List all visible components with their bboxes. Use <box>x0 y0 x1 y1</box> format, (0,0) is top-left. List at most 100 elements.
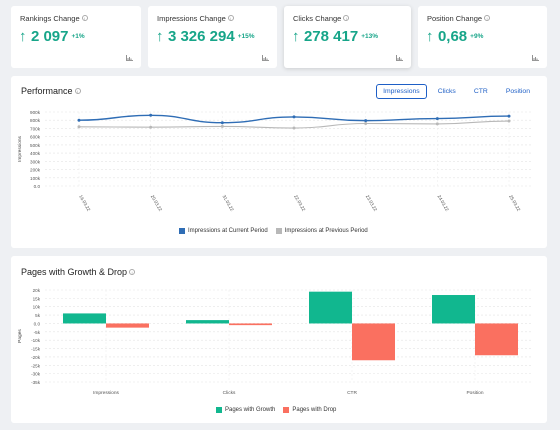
bar-growth <box>186 320 229 324</box>
data-point <box>220 124 224 128</box>
y-tick-label: 0.0 <box>34 184 41 189</box>
y-tick-label: -25k <box>31 363 41 368</box>
tab-clicks[interactable]: Clicks <box>431 84 463 99</box>
kpi-card-rankings: Rankings Change i ↑ 2 097 +1% <box>11 6 141 68</box>
tab-position[interactable]: Position <box>499 84 537 99</box>
data-point <box>507 114 511 118</box>
x-tick-label: 25.03.22 <box>508 194 521 212</box>
x-tick-label: 24.03.22 <box>436 194 449 212</box>
bar-growth <box>309 291 352 324</box>
data-point <box>507 119 511 123</box>
tab-impressions[interactable]: Impressions <box>376 84 427 99</box>
kpi-value-row: ↑ 3 326 294 +15% <box>156 28 255 46</box>
bar-drop <box>352 323 395 361</box>
x-tick-label: 22.03.22 <box>293 194 306 212</box>
y-tick-label: 300k <box>30 159 41 164</box>
kpi-title: Position Change i <box>427 14 491 23</box>
data-point <box>149 113 153 117</box>
legend-item-current[interactable]: Impressions at Current Period <box>179 228 268 234</box>
performance-line-chart: 900k 800k 700k 600k 500k 400k 300k 200k 100k 0.0 I… <box>17 110 533 212</box>
info-icon[interactable]: i <box>129 269 136 275</box>
legend-item-previous[interactable]: Impressions at Previous Period <box>275 228 368 234</box>
kpi-delta: +13% <box>361 33 378 40</box>
arrow-up-icon: ↑ <box>426 28 434 45</box>
kpi-title: Clicks Change i <box>293 14 350 23</box>
x-tick-label: 20.03.22 <box>150 194 163 212</box>
y-tick-label: -10k <box>31 338 41 343</box>
metric-tabs: Impressions Clicks CTR Position <box>376 84 537 99</box>
performance-panel: Performance i Impressions Clicks CTR Posi… <box>11 76 547 248</box>
kpi-delta: +9% <box>470 33 484 40</box>
y-tick-label: 500k <box>30 143 41 148</box>
panel-title: Pages with Growth & Drop i <box>21 267 136 277</box>
info-icon[interactable]: i <box>484 15 491 21</box>
data-point <box>77 118 81 122</box>
x-category-label: Impressions <box>93 390 119 396</box>
data-point <box>435 122 439 126</box>
kpi-value-row: ↑ 0,68 +9% <box>426 28 483 46</box>
kpi-card-clicks: Clicks Change i ↑ 278 417 +13% <box>284 6 411 68</box>
kpi-title: Rankings Change i <box>20 14 88 23</box>
kpi-value: 2 097 <box>30 28 69 45</box>
legend-swatch <box>216 407 222 413</box>
data-point <box>292 115 296 119</box>
kpi-title: Impressions Change i <box>157 14 234 23</box>
chart-icon[interactable] <box>532 55 539 61</box>
y-tick-label: -5k <box>34 330 41 335</box>
data-point <box>364 119 368 123</box>
legend-swatch <box>283 407 290 413</box>
growth-drop-bar-chart: 20k 15k 10k 5k 0.0 -5k -10k -15k -20k -25k -30k -35… <box>17 288 533 396</box>
x-tick-label: 31.03.22 <box>221 194 234 212</box>
arrow-up-icon: ↑ <box>19 28 27 45</box>
kpi-value-row: ↑ 278 417 +13% <box>292 28 378 46</box>
performance-legend: Impressions at Current Period Impression… <box>179 228 368 234</box>
x-category-label: Position <box>466 390 483 396</box>
bar-drop <box>106 323 149 328</box>
info-icon[interactable]: i <box>81 15 88 21</box>
chart-icon[interactable] <box>396 55 403 61</box>
legend-item-drop[interactable]: Pages with Drop <box>283 407 336 413</box>
info-icon[interactable]: i <box>227 15 234 21</box>
x-category-label: CTR <box>347 390 357 396</box>
y-tick-label: 200k <box>30 168 41 173</box>
y-axis-label: Impressions <box>17 135 23 161</box>
legend-swatch <box>275 228 282 234</box>
y-tick-label: 400k <box>30 151 41 156</box>
kpi-card-position: Position Change i ↑ 0,68 +9% <box>418 6 547 68</box>
y-tick-label: 900k <box>30 110 41 115</box>
y-tick-label: -20k <box>31 355 41 360</box>
kpi-delta: +1% <box>71 33 85 40</box>
data-point <box>77 125 81 129</box>
y-tick-label: 0.0 <box>34 321 41 326</box>
tab-ctr[interactable]: CTR <box>467 84 495 99</box>
growth-legend: Pages with Growth Pages with Drop <box>216 407 336 413</box>
y-tick-label: 5k <box>35 313 41 318</box>
kpi-value-row: ↑ 2 097 +1% <box>19 28 85 46</box>
data-point <box>220 121 224 125</box>
y-tick-label: 20k <box>33 288 41 293</box>
x-tick-label: 16.03.22 <box>78 194 91 212</box>
kpi-delta: +15% <box>237 33 255 40</box>
y-tick-label: -30k <box>31 372 41 377</box>
info-icon[interactable]: i <box>74 88 81 94</box>
x-tick-label: 23.03.22 <box>365 194 378 212</box>
info-icon[interactable]: i <box>343 15 350 21</box>
chart-icon[interactable] <box>262 55 269 61</box>
y-tick-label: 100k <box>30 176 41 181</box>
bar-drop <box>475 323 518 356</box>
arrow-up-icon: ↑ <box>292 28 300 45</box>
x-category-label: Clicks <box>223 390 236 396</box>
kpi-value: 0,68 <box>437 28 468 45</box>
legend-item-growth[interactable]: Pages with Growth <box>216 407 275 413</box>
y-axis-label: Pages <box>17 329 23 343</box>
kpi-value: 278 417 <box>303 28 359 45</box>
y-tick-label: 700k <box>30 126 41 131</box>
y-tick-label: 800k <box>30 118 41 123</box>
data-point <box>364 122 368 126</box>
data-point <box>435 117 439 121</box>
bar-drop <box>229 323 272 326</box>
growth-drop-panel: Pages with Growth & Drop i 20k 15k 10k 5k 0.0… <box>11 256 547 423</box>
chart-icon[interactable] <box>126 55 133 61</box>
kpi-value: 3 326 294 <box>167 28 235 45</box>
data-point <box>149 125 153 129</box>
